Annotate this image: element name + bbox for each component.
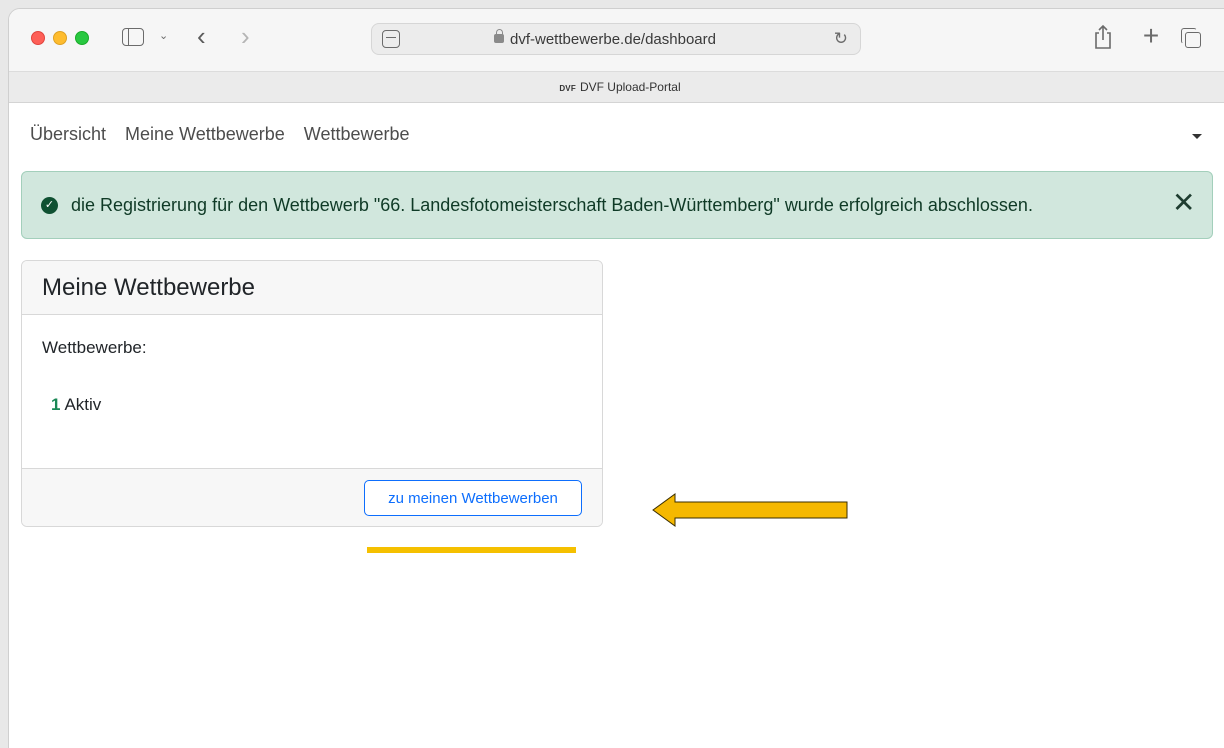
card-header: Meine Wettbewerbe: [22, 261, 602, 315]
active-count-number: 1: [51, 395, 61, 414]
user-menu-caret-icon[interactable]: [1192, 134, 1202, 139]
active-tab[interactable]: DVF DVF Upload-Portal: [9, 80, 1224, 94]
lock-icon: [494, 29, 504, 43]
zoom-window-button[interactable]: [75, 31, 89, 45]
url-text[interactable]: dvf-wettbewerbe.de/dashboard: [510, 31, 716, 48]
browser-toolbar: ⌄ ‹ › dvf-wettbewerbe.de/dashboard ↻ +: [9, 9, 1224, 71]
nav-link-wettbewerbe[interactable]: Wettbewerbe: [304, 124, 410, 145]
minimize-window-button[interactable]: [53, 31, 67, 45]
competitions-label: Wettbewerbe:: [42, 338, 147, 357]
card-title: Meine Wettbewerbe: [42, 274, 255, 301]
browser-window: ⌄ ‹ › dvf-wettbewerbe.de/dashboard ↻ + D…: [8, 8, 1224, 748]
sidebar-toggle-icon[interactable]: [122, 28, 144, 46]
share-icon[interactable]: [1091, 23, 1115, 51]
chevron-down-icon[interactable]: ⌄: [159, 29, 168, 42]
favicon: DVF: [559, 84, 576, 93]
check-circle-icon: ✓: [41, 197, 58, 214]
share-icon-graphic: [1095, 24, 1111, 49]
new-tab-icon[interactable]: +: [1139, 20, 1163, 51]
active-count-label: Aktiv: [64, 395, 102, 414]
close-icon[interactable]: ✕: [1172, 189, 1195, 217]
active-count: 1 Aktiv: [51, 395, 101, 415]
reload-icon[interactable]: ↻: [834, 29, 848, 49]
arrow-shape: [652, 493, 848, 527]
highlight-underline: [367, 547, 576, 553]
close-window-button[interactable]: [31, 31, 45, 45]
forward-icon[interactable]: ›: [241, 21, 250, 52]
tab-strip: DVF DVF Upload-Portal: [9, 71, 1224, 103]
nav-link-uebersicht[interactable]: Übersicht: [30, 124, 106, 145]
back-icon[interactable]: ‹: [197, 21, 206, 52]
tab-overview-icon[interactable]: [1181, 28, 1201, 48]
success-alert: ✓ die Registrierung für den Wettbewerb "…: [21, 171, 1213, 239]
card-footer: zu meinen Wettbewerben: [22, 468, 602, 526]
page-menu-icon[interactable]: [382, 30, 400, 48]
meine-wettbewerbe-card: Meine Wettbewerbe Wettbewerbe: 1 Aktiv zu…: [21, 260, 603, 527]
main-nav: Übersicht Meine Wettbewerbe Wettbewerbe: [30, 124, 429, 145]
address-bar[interactable]: dvf-wettbewerbe.de/dashboard ↻: [371, 23, 861, 55]
tab-title: DVF Upload-Portal: [579, 80, 681, 94]
page-content: Übersicht Meine Wettbewerbe Wettbewerbe …: [9, 104, 1224, 748]
zu-meinen-wettbewerben-button[interactable]: zu meinen Wettbewerben: [364, 480, 582, 516]
alert-message: die Registrierung für den Wettbewerb "66…: [71, 195, 1033, 215]
annotation-arrow-icon: [652, 493, 848, 527]
nav-link-meine-wettbewerbe[interactable]: Meine Wettbewerbe: [125, 124, 285, 145]
